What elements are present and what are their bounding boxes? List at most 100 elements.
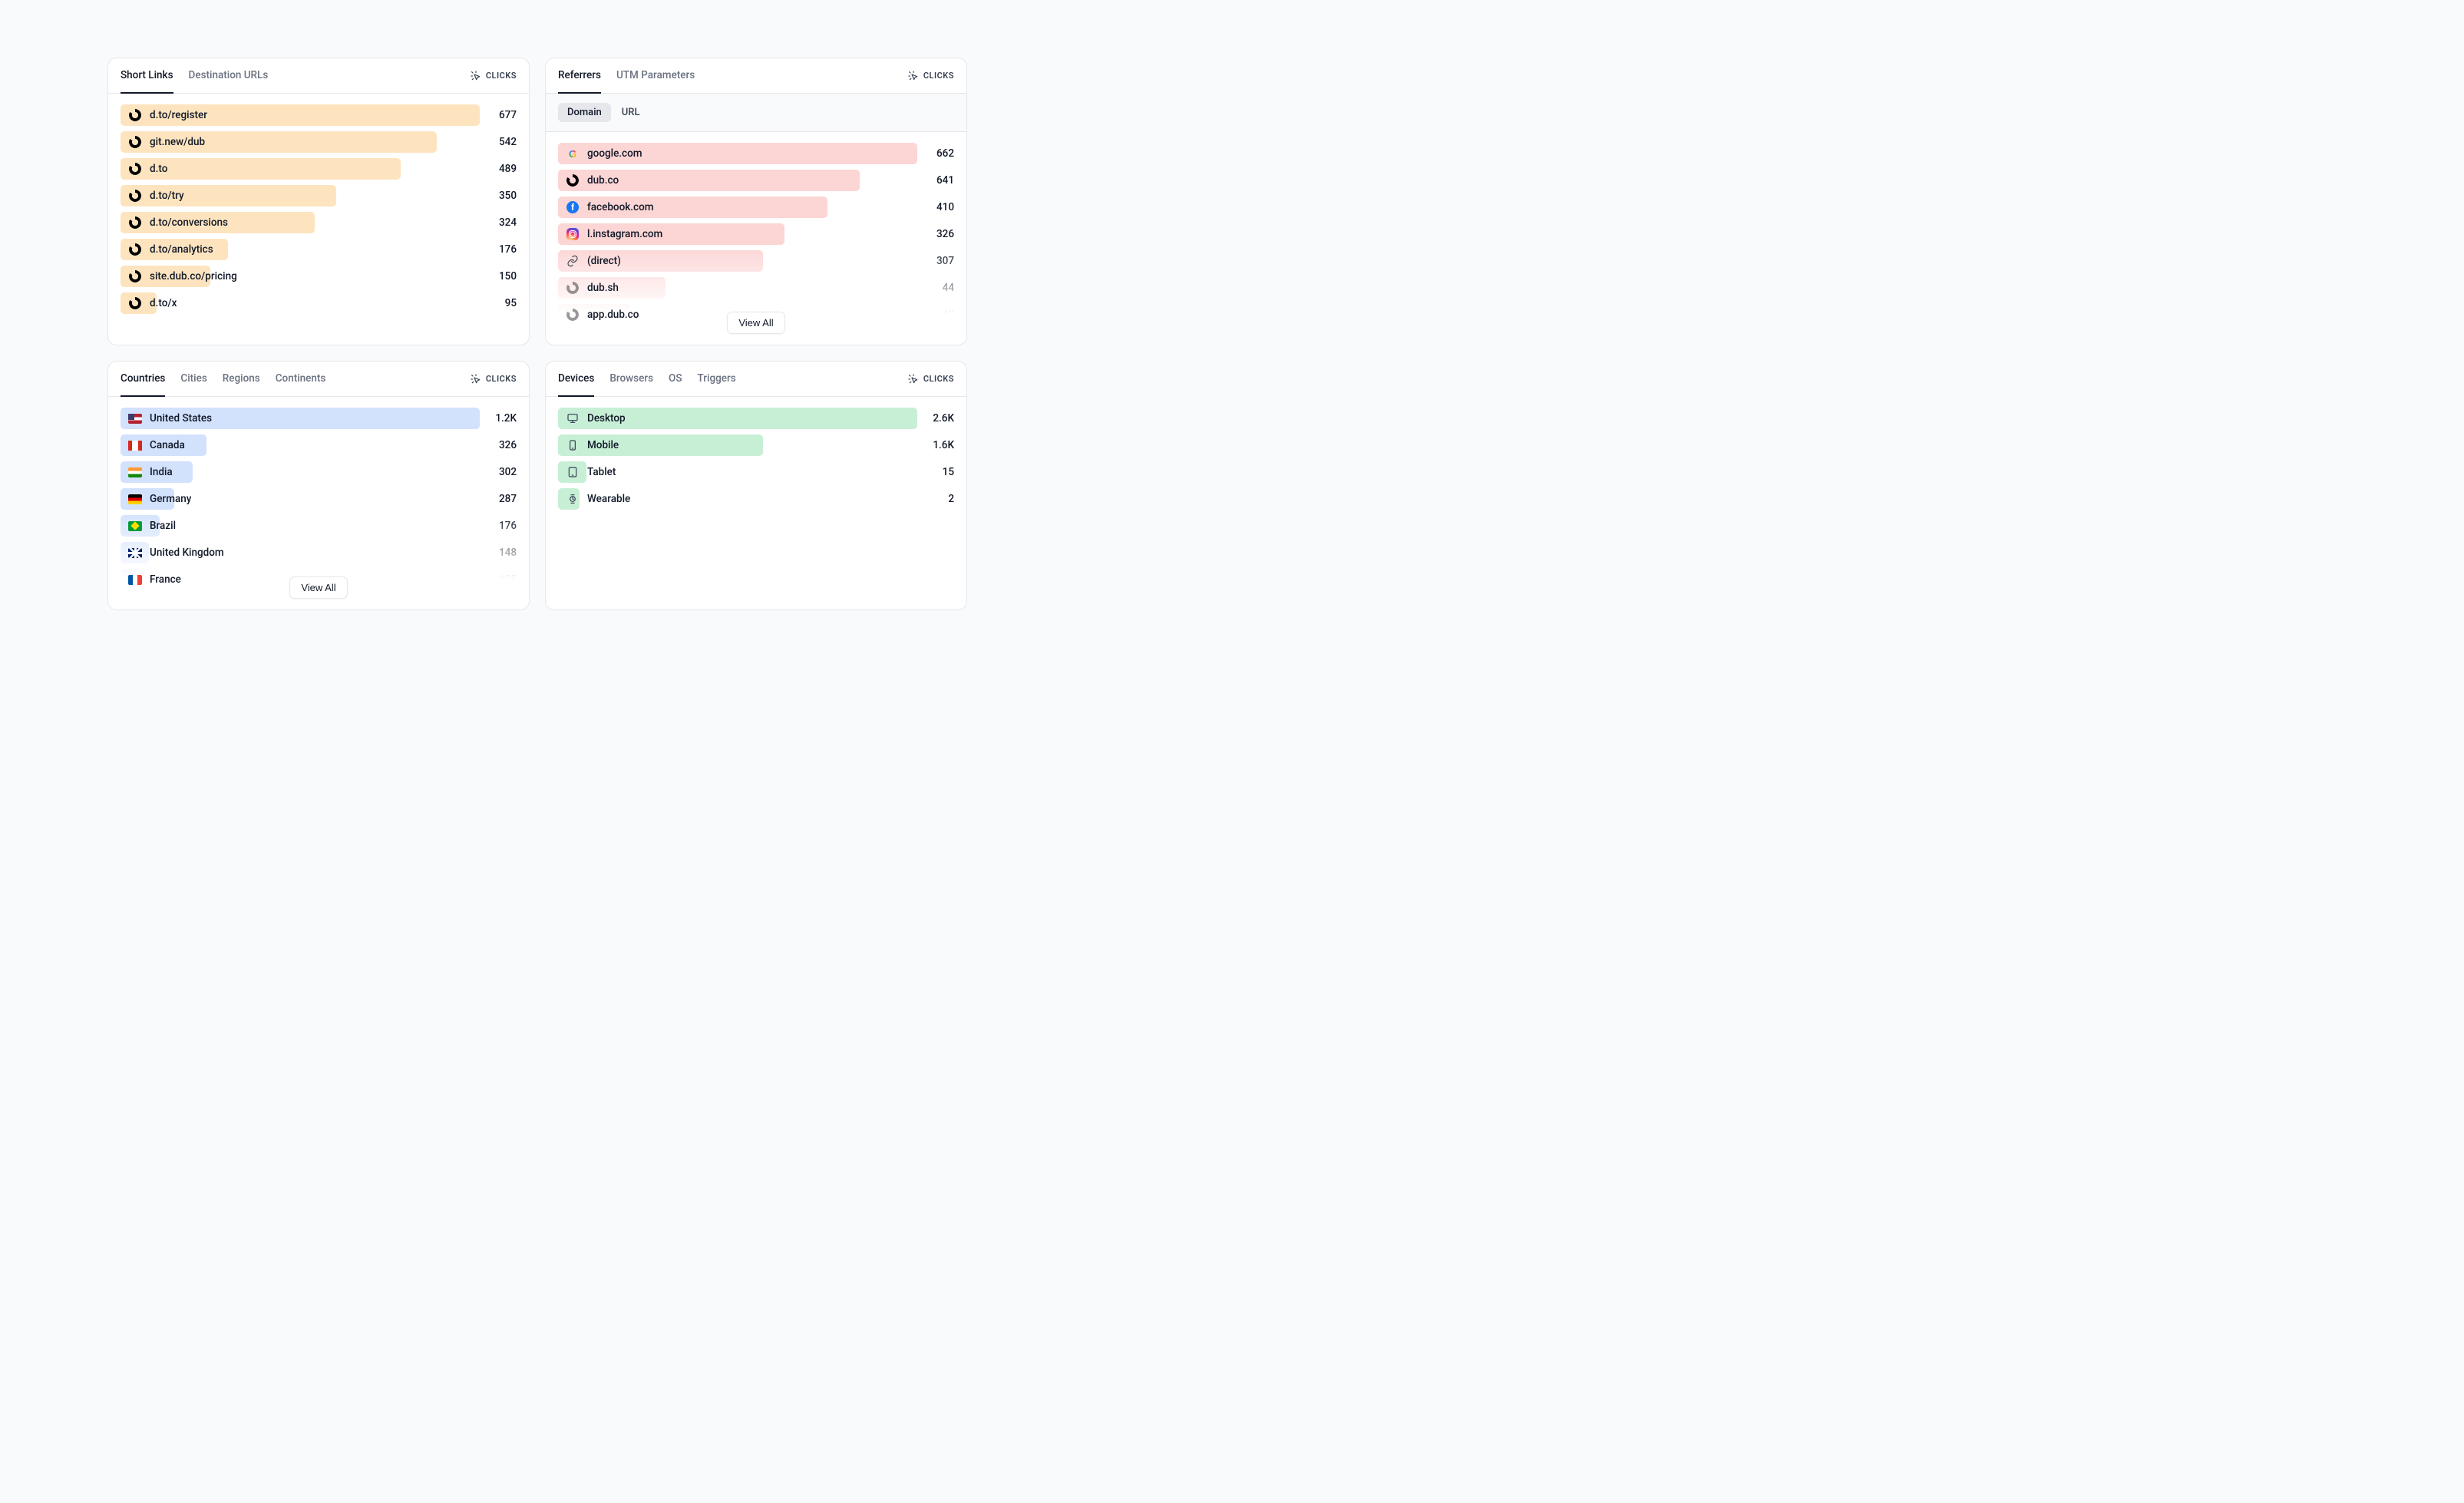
view-all-button[interactable]: View All	[289, 576, 347, 599]
tab-group: Short Links Destination URLs	[121, 58, 268, 93]
list-item[interactable]: ffacebook.com410	[558, 197, 954, 218]
row-label: United Kingdom	[150, 547, 224, 559]
watch-icon	[566, 492, 580, 506]
row-label: app.dub.co	[587, 309, 639, 321]
list-item[interactable]: Ggoogle.com 662	[558, 143, 954, 164]
row-label: United States	[150, 412, 212, 424]
list-item[interactable]: d.to/try350	[121, 185, 517, 206]
tab-utm-parameters[interactable]: UTM Parameters	[616, 58, 695, 94]
row-label: git.new/dub	[150, 136, 205, 148]
list-item[interactable]: Wearable 2	[558, 488, 954, 510]
flag-br-icon	[128, 519, 142, 533]
devices-card: Devices Browsers OS Triggers CLICKS Desktop2.…	[545, 361, 967, 610]
tab-cities[interactable]: Cities	[180, 362, 206, 397]
list-item[interactable]: Canada326	[121, 434, 517, 456]
cursor-click-icon	[470, 373, 482, 385]
list-item[interactable]: site.dub.co/pricing150	[121, 266, 517, 287]
flag-in-icon	[128, 465, 142, 479]
list-item[interactable]: l.instagram.com326	[558, 223, 954, 245]
row-value: 410	[917, 201, 954, 213]
clicks-column-header[interactable]: CLICKS	[907, 70, 954, 82]
row-label: d.to/x	[150, 297, 177, 309]
list-item[interactable]: India 302	[121, 461, 517, 483]
row-value: 307	[917, 255, 954, 267]
tab-destination-urls[interactable]: Destination URLs	[189, 58, 269, 94]
flag-ca-icon	[128, 438, 142, 452]
row-label: India	[150, 466, 173, 478]
list-item[interactable]: Germany287	[121, 488, 517, 510]
list-item[interactable]: d.to/x 95	[121, 292, 517, 314]
row-value: 662	[917, 147, 954, 160]
row-value: 95	[480, 297, 517, 309]
row-label: (direct)	[587, 255, 621, 267]
tab-regions[interactable]: Regions	[223, 362, 260, 397]
row-label: d.to	[150, 163, 167, 175]
referrers-card: Referrers UTM Parameters CLICKS DomainURL Gg…	[545, 58, 967, 345]
row-label: dub.sh	[587, 282, 619, 294]
list-item[interactable]: git.new/dub 542	[121, 131, 517, 153]
row-value: 641	[917, 174, 954, 187]
cursor-click-icon	[907, 70, 920, 82]
subtab-domain[interactable]: Domain	[558, 103, 611, 122]
clicks-column-header[interactable]: CLICKS	[470, 70, 517, 82]
tab-browsers[interactable]: Browsers	[609, 362, 653, 397]
countries-card: Countries Cities Regions Continents CLICKS Un…	[107, 361, 530, 610]
row-value: 542	[480, 136, 517, 148]
list-item[interactable]: Tablet15	[558, 461, 954, 483]
monitor-icon	[566, 411, 580, 425]
row-label: Mobile	[587, 439, 619, 451]
row-label: d.to/conversions	[150, 216, 228, 229]
list-item[interactable]: dub.co641	[558, 170, 954, 191]
list-item[interactable]: d.to/register677	[121, 104, 517, 126]
list-item[interactable]: (direct) 307	[558, 250, 954, 272]
subtab-url[interactable]: URL	[613, 103, 649, 122]
tab-devices[interactable]: Devices	[558, 362, 594, 397]
view-all-button[interactable]: View All	[727, 312, 784, 334]
list-item[interactable]: Brazil176	[121, 515, 517, 537]
card-header: Short Links Destination URLs CLICKS	[108, 58, 529, 94]
flag-fr-icon	[128, 573, 142, 586]
flag-gb-icon	[128, 546, 142, 560]
mobile-icon	[566, 438, 580, 452]
row-value: 148	[480, 547, 517, 559]
dub-icon	[566, 308, 580, 322]
tab-referrers[interactable]: Referrers	[558, 58, 601, 94]
list-item[interactable]: United States1.2K	[121, 408, 517, 429]
list-item[interactable]: Desktop2.6K	[558, 408, 954, 429]
row-value: 176	[480, 243, 517, 256]
clicks-column-header[interactable]: CLICKS	[470, 373, 517, 385]
list-item[interactable]: United Kingdom 148	[121, 542, 517, 563]
row-value: 44	[917, 282, 954, 294]
tab-os[interactable]: OS	[669, 362, 682, 397]
dub-icon	[128, 296, 142, 310]
row-label: facebook.com	[587, 201, 653, 213]
row-value: 2	[917, 493, 954, 505]
tab-group: Referrers UTM Parameters	[558, 58, 695, 93]
list-item[interactable]: Mobile1.6K	[558, 434, 954, 456]
dub-icon	[128, 162, 142, 176]
list-item[interactable]: d.to/analytics176	[121, 239, 517, 260]
dub-icon	[128, 269, 142, 283]
tab-triggers[interactable]: Triggers	[698, 362, 736, 397]
google-icon: G	[566, 147, 580, 160]
row-label: France	[150, 573, 181, 586]
tab-short-links[interactable]: Short Links	[121, 58, 173, 94]
flag-us-icon	[128, 411, 142, 425]
list-item[interactable]: d.to489	[121, 158, 517, 180]
list-item[interactable]: d.to/conversions 324	[121, 212, 517, 233]
dub-icon	[128, 135, 142, 149]
row-value: 326	[917, 228, 954, 240]
tab-continents[interactable]: Continents	[276, 362, 326, 397]
analytics-grid: Short Links Destination URLs CLICKS d.to/re…	[107, 58, 967, 610]
row-label: google.com	[587, 147, 642, 160]
clicks-column-header[interactable]: CLICKS	[907, 373, 954, 385]
tab-countries[interactable]: Countries	[121, 362, 165, 397]
dub-icon	[128, 108, 142, 122]
row-value: 324	[480, 216, 517, 229]
list-item[interactable]: dub.sh 44	[558, 277, 954, 299]
cursor-click-icon	[907, 373, 920, 385]
dub-icon	[566, 173, 580, 187]
row-label: Wearable	[587, 493, 630, 505]
row-value: 287	[480, 493, 517, 505]
row-value: 302	[480, 466, 517, 478]
